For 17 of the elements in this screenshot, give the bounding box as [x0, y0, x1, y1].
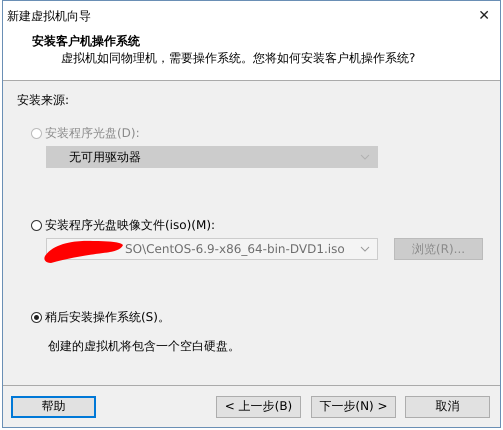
radio-label[interactable]: 稍后安装操作系统(S)。 [45, 309, 170, 326]
section-label: 安装来源: [17, 92, 70, 109]
iso-path-value: SO\CentOS-6.9-x86_64-bin-DVD1.iso [124, 242, 345, 256]
wizard-button[interactable]: 下一步(N) > [311, 396, 396, 418]
wizard-button[interactable]: 取消 [405, 396, 490, 418]
page-subtitle: 虚拟机如同物理机，需要操作系统。您将如何安装客户机操作系统? [60, 50, 416, 67]
radio-button[interactable] [31, 312, 42, 323]
radio-button[interactable] [31, 220, 42, 231]
page-title: 安装客户机操作系统 [32, 33, 141, 50]
close-button[interactable]: ✕ [478, 8, 490, 24]
wizard-button[interactable]: 帮助 [11, 396, 96, 418]
radio-label[interactable]: 安装程序光盘映像文件(iso)(M): [45, 217, 216, 234]
iso-path-field[interactable]: SO\CentOS-6.9-x86_64-bin-DVD1.iso [46, 238, 378, 260]
window-title: 新建虚拟机向导 [7, 8, 91, 24]
option-description: 创建的虚拟机将包含一个空白硬盘。 [48, 338, 241, 355]
dropdown-value: 无可用驱动器 [68, 148, 141, 166]
wizard-button[interactable]: < 上一步(B) [216, 396, 301, 418]
